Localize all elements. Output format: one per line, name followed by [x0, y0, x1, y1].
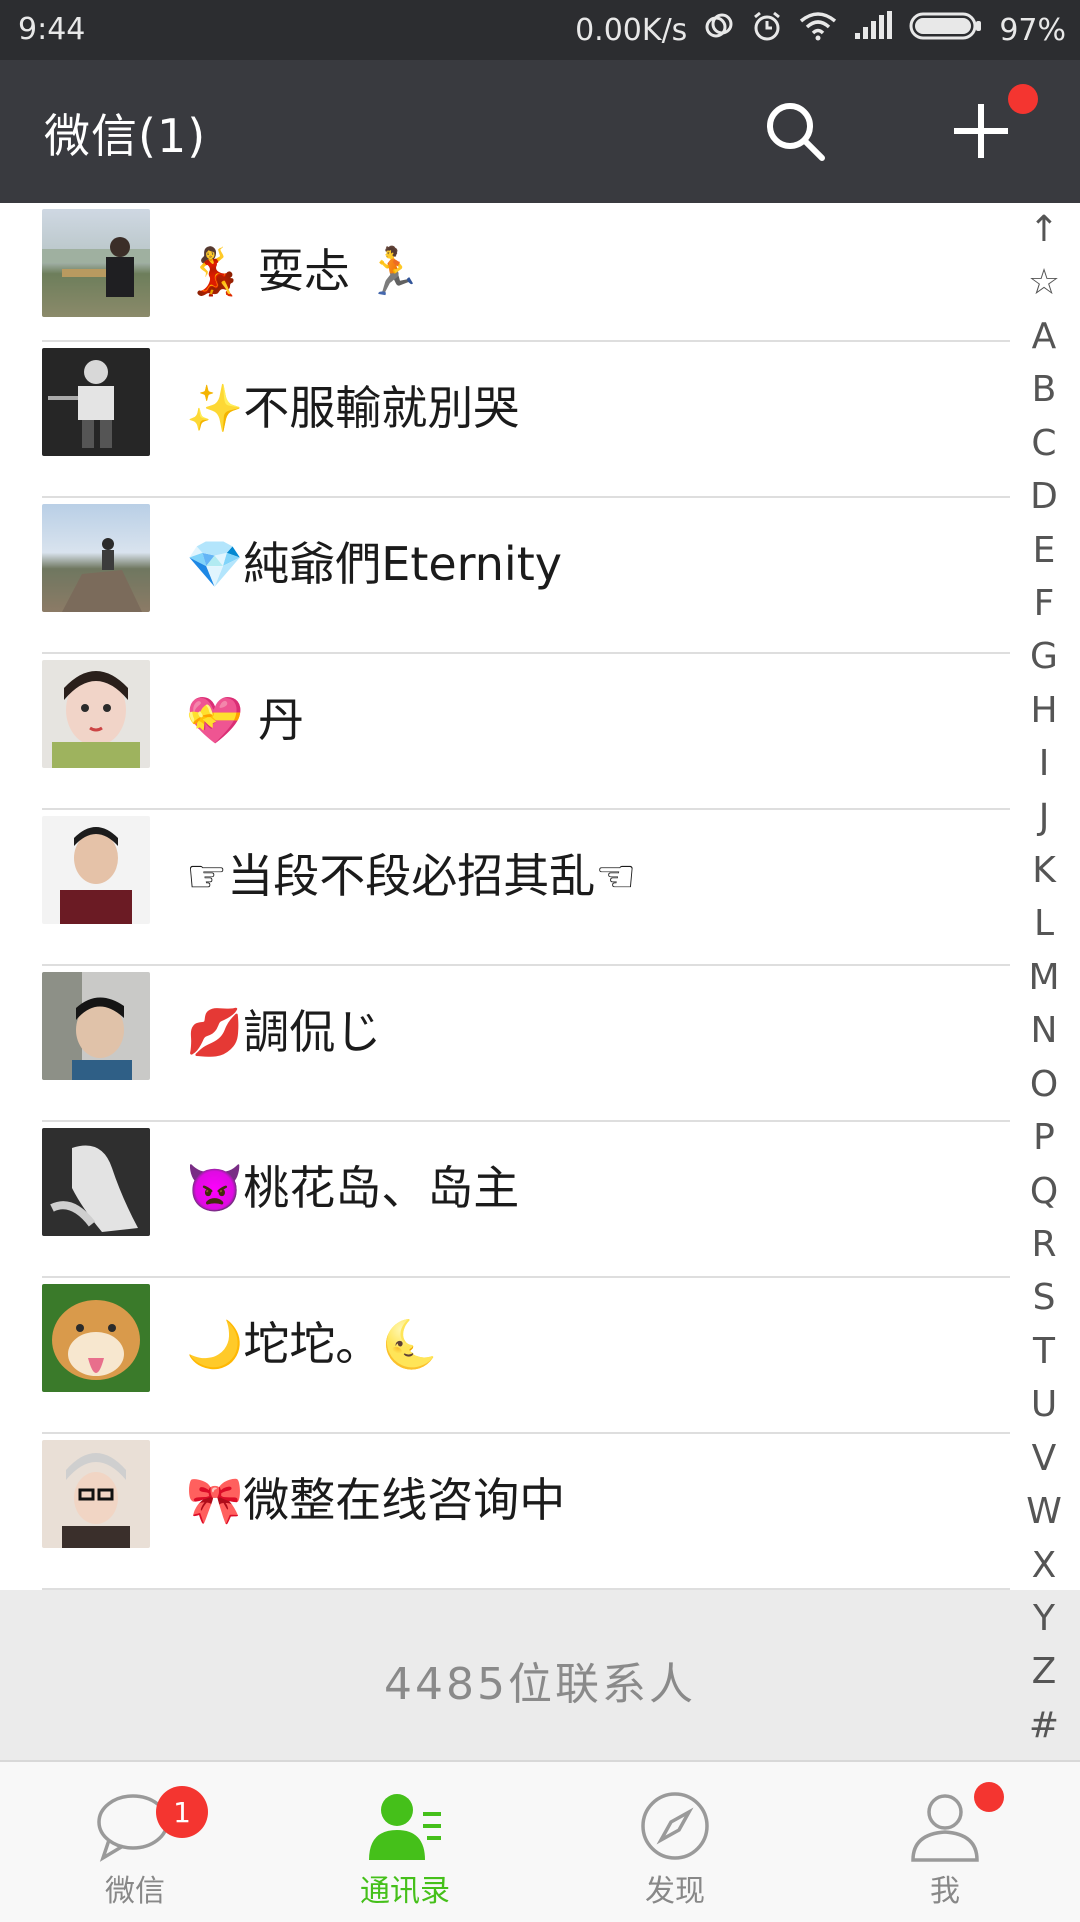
contact-row[interactable]: 💃 耍忐 🏃	[0, 203, 1010, 342]
index-letter[interactable]: O	[1030, 1063, 1058, 1107]
search-icon	[767, 103, 825, 161]
contact-row[interactable]: ✨不服輸就別哭	[0, 342, 1010, 498]
avatar	[42, 660, 150, 768]
add-button[interactable]	[946, 96, 1016, 166]
contact-count-footer: 4485位联系人	[0, 1590, 1080, 1760]
contacts-icon	[369, 1794, 441, 1860]
contact-name: ☞当段不段必招其乱☜	[186, 849, 637, 903]
contact-name: 💝 丹	[186, 693, 304, 747]
index-letter[interactable]: J	[1039, 796, 1050, 840]
contact-name: 🌙坨坨。🌜	[186, 1317, 439, 1371]
tab-label: 发现	[645, 1874, 705, 1909]
page-title: 微信(1)	[44, 109, 207, 163]
index-letter[interactable]: H	[1030, 689, 1057, 733]
index-letter[interactable]: S	[1033, 1276, 1056, 1320]
tab-label: 通讯录	[360, 1874, 450, 1909]
signal-icon	[853, 11, 893, 49]
index-letter[interactable]: Q	[1030, 1170, 1058, 1214]
index-letter[interactable]: X	[1032, 1544, 1057, 1588]
search-button[interactable]	[760, 96, 830, 166]
index-letter[interactable]: Z	[1032, 1650, 1057, 1694]
contact-row[interactable]: 🎀微整在线咨询中	[0, 1434, 1010, 1590]
index-letter[interactable]: N	[1031, 1009, 1058, 1053]
index-letter[interactable]: V	[1032, 1437, 1057, 1481]
index-letter[interactable]: ☆	[1028, 261, 1060, 305]
status-time: 9:44	[18, 12, 86, 47]
avatar	[42, 209, 150, 317]
index-letter[interactable]: W	[1026, 1490, 1062, 1534]
index-letter[interactable]: F	[1034, 582, 1055, 626]
contact-row[interactable]: 🌙坨坨。🌜	[0, 1278, 1010, 1434]
index-letter[interactable]: K	[1032, 849, 1056, 893]
index-letter[interactable]: I	[1039, 742, 1050, 786]
index-letter[interactable]: ↑	[1029, 208, 1059, 252]
index-letter[interactable]: M	[1028, 956, 1059, 1000]
contact-name: ✨不服輸就別哭	[186, 381, 520, 435]
wifi-icon	[799, 11, 837, 49]
tab-me[interactable]: 我	[810, 1762, 1080, 1922]
avatar	[42, 504, 150, 612]
contact-name: 💋調侃じ	[186, 1005, 382, 1059]
notification-dot	[974, 1782, 1004, 1812]
tab-contacts[interactable]: 通讯录	[270, 1762, 540, 1922]
index-letter[interactable]: U	[1031, 1383, 1057, 1427]
status-bar: 9:44 0.00K/s 97%	[0, 0, 1080, 60]
contact-row[interactable]: 👿桃花岛、岛主	[0, 1122, 1010, 1278]
index-letter[interactable]: B	[1032, 368, 1057, 412]
index-letter[interactable]: D	[1030, 475, 1058, 519]
sync-icon	[703, 10, 735, 50]
battery-icon	[909, 11, 983, 49]
battery-percent: 97%	[999, 12, 1066, 48]
index-letter[interactable]: P	[1033, 1116, 1055, 1160]
person-icon	[911, 1794, 979, 1862]
index-letter[interactable]: Y	[1033, 1597, 1055, 1641]
avatar	[42, 348, 150, 456]
tab-label: 微信	[105, 1874, 165, 1909]
contact-row[interactable]: ☞当段不段必招其乱☜	[0, 810, 1010, 966]
contact-row[interactable]: 💝 丹	[0, 654, 1010, 810]
index-letter[interactable]: L	[1034, 902, 1054, 946]
index-letter[interactable]: #	[1029, 1704, 1059, 1748]
avatar	[42, 1440, 150, 1548]
add-notification-dot	[1008, 84, 1038, 114]
contact-list: 💃 耍忐 🏃 ✨不服輸就別哭 💎純爺們Eternity 💝 丹 ☞当段不段必招其…	[0, 203, 1010, 1590]
contact-row[interactable]: 💎純爺們Eternity	[0, 498, 1010, 654]
index-letter[interactable]: A	[1032, 315, 1057, 359]
contact-name: 💎純爺們Eternity	[186, 537, 562, 591]
contact-name: 🎀微整在线咨询中	[186, 1473, 566, 1527]
compass-icon	[641, 1792, 709, 1860]
contact-name: 💃 耍忐 🏃	[186, 244, 422, 298]
tab-label: 我	[930, 1874, 960, 1909]
bottom-tab-bar: 微信 1 通讯录 发现 我	[0, 1760, 1080, 1922]
alarm-icon	[751, 10, 783, 50]
avatar	[42, 816, 150, 924]
contact-count: 4485位联系人	[384, 1659, 696, 1710]
avatar	[42, 1284, 150, 1392]
tab-chats[interactable]: 微信 1	[0, 1762, 270, 1922]
avatar	[42, 1128, 150, 1236]
plus-icon	[954, 104, 1008, 158]
app-header: 微信(1)	[0, 60, 1080, 203]
alphabet-index-bar[interactable]: ↑ ☆ A B C D E F G H I J K L M N O P Q R …	[1014, 208, 1074, 1748]
unread-badge: 1	[156, 1786, 208, 1838]
network-speed: 0.00K/s	[575, 12, 688, 48]
index-letter[interactable]: G	[1030, 635, 1058, 679]
index-letter[interactable]: T	[1033, 1330, 1055, 1374]
contact-row[interactable]: 💋調侃じ	[0, 966, 1010, 1122]
tab-discover[interactable]: 发现	[540, 1762, 810, 1922]
index-letter[interactable]: E	[1033, 529, 1056, 573]
avatar	[42, 972, 150, 1080]
status-right: 0.00K/s 97%	[575, 10, 1066, 50]
contact-name: 👿桃花岛、岛主	[186, 1161, 520, 1215]
index-letter[interactable]: R	[1031, 1223, 1056, 1267]
index-letter[interactable]: C	[1031, 422, 1056, 466]
